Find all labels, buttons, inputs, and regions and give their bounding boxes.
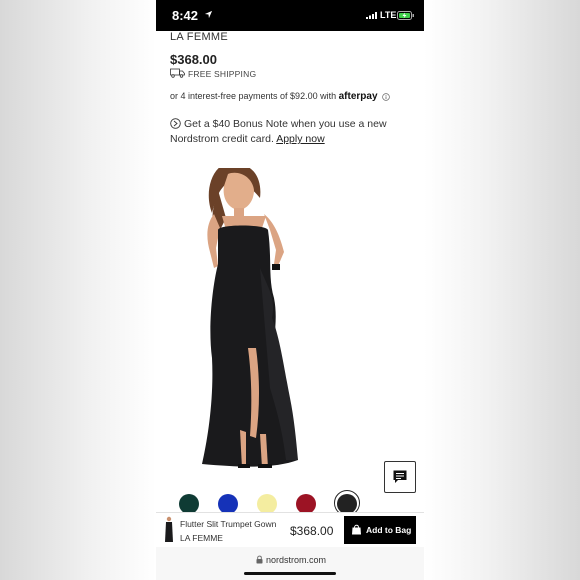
swatch-red[interactable] <box>296 494 316 514</box>
add-to-bag-button[interactable]: Add to Bag <box>344 516 416 544</box>
battery-charging-icon <box>397 11 414 20</box>
info-icon[interactable] <box>382 92 390 101</box>
home-indicator <box>244 572 336 575</box>
product-title: Flutter Slit Trumpet Gown <box>180 519 277 529</box>
chat-button[interactable] <box>384 461 416 493</box>
url-text: nordstrom.com <box>266 555 327 565</box>
background-left <box>0 0 156 580</box>
afterpay-logo: afterpay <box>338 91 378 102</box>
product-price-small: $368.00 <box>290 524 334 538</box>
afterpay-text: or 4 interest-free payments of $92.00 wi… <box>170 91 337 101</box>
product-brand-small: LA FEMME <box>180 533 223 543</box>
shopping-bag-icon <box>352 524 361 535</box>
shipping-label: FREE SHIPPING <box>188 69 257 79</box>
lock-icon <box>256 555 263 564</box>
sticky-add-to-bag-bar: Flutter Slit Trumpet Gown LA FEMME $368.… <box>156 512 424 548</box>
add-to-bag-label: Add to Bag <box>366 525 412 535</box>
browser-url-bar[interactable]: nordstrom.com <box>156 547 424 580</box>
swatch-black[interactable] <box>337 494 357 514</box>
swatch-blue[interactable] <box>218 494 238 514</box>
nordstrom-note-icon <box>170 118 181 129</box>
bonus-note-text-2: Nordstrom credit card. <box>170 133 274 145</box>
bonus-note-text: Get a $40 Bonus Note when you use a new <box>184 118 387 130</box>
phone-screen: 8:42 LTE LA FEMME $368.00 FREE SHIPPING … <box>156 0 424 580</box>
afterpay-row[interactable]: or 4 interest-free payments of $92.00 wi… <box>170 91 390 102</box>
product-price: $368.00 <box>170 52 217 67</box>
chat-icon <box>393 470 407 483</box>
signal-bars-icon <box>366 12 377 19</box>
status-bar: 8:42 LTE <box>156 0 424 31</box>
swatch-dark-green[interactable] <box>179 494 199 514</box>
truck-icon <box>170 68 185 78</box>
location-arrow-icon <box>204 10 213 19</box>
background-right <box>424 0 580 580</box>
product-thumbnail[interactable] <box>162 516 176 544</box>
status-time: 8:42 <box>172 8 199 23</box>
apply-now-link[interactable]: Apply now <box>276 133 324 145</box>
swatch-yellow[interactable] <box>257 494 277 514</box>
network-label: LTE <box>380 10 397 20</box>
product-brand[interactable]: LA FEMME <box>170 31 228 43</box>
product-image[interactable] <box>156 168 424 486</box>
bonus-note-text-cont: Nordstrom credit card. Apply now <box>170 133 325 145</box>
